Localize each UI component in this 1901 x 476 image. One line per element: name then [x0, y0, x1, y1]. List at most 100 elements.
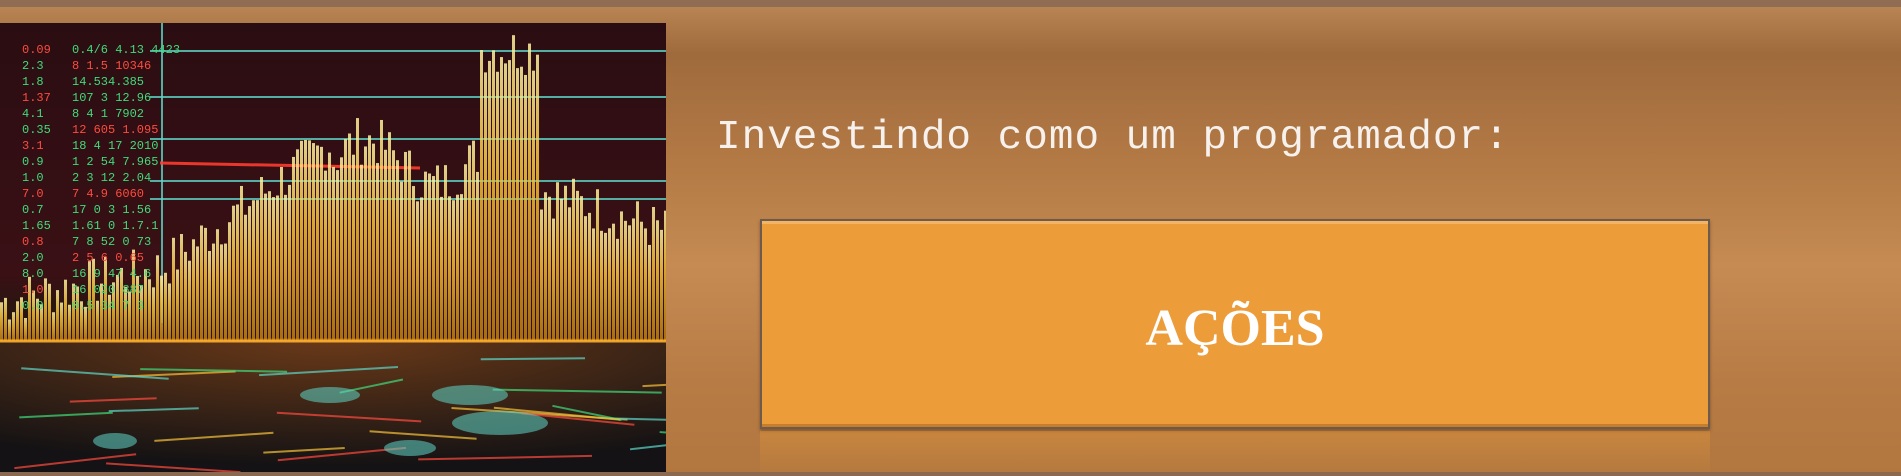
chart-bar: [552, 218, 555, 341]
chart-bar: [176, 269, 179, 341]
chart-bar: [300, 140, 303, 341]
chart-bar: [520, 66, 523, 341]
chart-bar: [516, 68, 519, 342]
glow-spot: [432, 385, 508, 405]
chart-bar: [632, 218, 635, 341]
ticker-number: 1.0: [22, 171, 44, 185]
chart-bar: [148, 279, 151, 341]
chart-bar: [656, 220, 659, 341]
chart-bar: [436, 165, 439, 341]
ticker-number: 0.35: [22, 123, 51, 137]
ticker-number: 1.37: [22, 91, 51, 105]
chart-bar: [44, 278, 47, 341]
chart-bar: [372, 143, 375, 341]
chart-bar: [452, 200, 455, 341]
chart-bar: [544, 192, 547, 341]
chart-bar: [440, 196, 443, 341]
ticker-row: 0.5 34 7 3: [72, 299, 144, 313]
bottom-border: [0, 472, 1901, 476]
ticker-number: 4.1: [22, 107, 44, 121]
chart-bar: [496, 71, 499, 342]
chart-bar: [256, 200, 259, 341]
chart-bar: [604, 232, 607, 341]
chart-bar: [644, 228, 647, 341]
chart-bar: [60, 302, 63, 341]
chart-bar: [352, 154, 355, 341]
chart-bar: [592, 228, 595, 341]
chart-bar: [320, 146, 323, 341]
ticker-row: 1.61 0 1.7.1: [72, 219, 158, 233]
chart-bar: [192, 239, 195, 341]
chart-bar: [12, 312, 15, 341]
chart-bar: [276, 195, 279, 341]
stock-chart-graphic: 0.09 2.3 1.8 1.37 4.1 0.35 3.1 0.9 1.0 7.0 0.7 1.65…: [0, 23, 666, 476]
chart-bar: [48, 283, 51, 341]
chart-bar: [324, 170, 327, 341]
glow-spot: [300, 387, 360, 403]
chart-bar: [68, 304, 71, 341]
chart-bar: [344, 139, 347, 341]
banner: 0.09 2.3 1.8 1.37 4.1 0.35 3.1 0.9 1.0 7.0 0.7 1.65…: [0, 0, 1901, 476]
chart-bar: [316, 145, 319, 341]
chart-bar: [268, 191, 271, 341]
chart-bar: [572, 178, 575, 341]
chart-bar: [52, 312, 55, 341]
chart-bar: [616, 238, 619, 341]
chart-bar: [356, 118, 359, 341]
chart-bar: [400, 181, 403, 341]
chart-bar: [416, 201, 419, 341]
chart-bar: [384, 149, 387, 341]
chart-bar: [240, 185, 243, 341]
chart-bar: [628, 225, 631, 341]
chart-bar: [196, 246, 199, 341]
chart-bar: [512, 35, 515, 341]
chart-bar: [224, 243, 227, 341]
chart-bar: [328, 152, 331, 341]
chart-bar: [556, 182, 559, 341]
chart-bar: [648, 244, 651, 341]
chart-bar: [500, 57, 503, 342]
chart-bar: [208, 250, 211, 341]
chart-bar: [284, 194, 287, 341]
chart-bar: [172, 237, 175, 341]
glow-spot: [93, 433, 137, 449]
chart-bar: [444, 165, 447, 341]
chart-bar: [608, 228, 611, 341]
title-box: AÇÕES: [760, 219, 1710, 429]
ticker-number: 1.8: [22, 75, 44, 89]
ticker-number: 3.1: [22, 139, 44, 153]
chart-bar: [212, 243, 215, 341]
chart-bar: [180, 234, 183, 341]
ticker-number: 1.0: [22, 283, 44, 297]
chart-bar: [156, 255, 159, 341]
chart-bar: [404, 151, 407, 341]
chart-bar: [480, 50, 483, 342]
chart-bar: [456, 194, 459, 341]
chart-bar: [580, 196, 583, 341]
chart-bar: [652, 207, 655, 341]
chart-bar: [584, 216, 587, 341]
ticker-row: 14.534.385: [72, 75, 144, 89]
ticker-row: 0.4/6 4.13 4423: [72, 43, 180, 57]
chart-bar: [244, 214, 247, 341]
ticker-number: 2.0: [22, 251, 44, 265]
chart-bar: [508, 60, 511, 342]
chart-bar: [640, 221, 643, 341]
subtitle-text: Investindo como um programador:: [716, 115, 1510, 161]
ticker-row: 2 3 12 2.04: [72, 171, 151, 185]
ticker-number: 0.9: [22, 155, 44, 169]
ticker-row: 16 020 887: [72, 283, 144, 297]
chart-bar: [468, 145, 471, 341]
chart-bar: [252, 200, 255, 341]
chart-bar: [492, 50, 495, 341]
chart-bar: [540, 209, 543, 341]
ticker-row: 12 605 1.095: [72, 123, 158, 137]
chart-bar: [236, 204, 239, 341]
stock-chart-image: 0.09 2.3 1.8 1.37 4.1 0.35 3.1 0.9 1.0 7.0 0.7 1.65…: [0, 23, 666, 476]
chart-bar: [412, 186, 415, 341]
title-text: AÇÕES: [1145, 300, 1325, 357]
ticker-row: 7 4.9 6060: [72, 187, 144, 201]
chart-bar: [204, 227, 207, 341]
title-box-reflection: [760, 431, 1710, 476]
chart-bar: [432, 176, 435, 341]
